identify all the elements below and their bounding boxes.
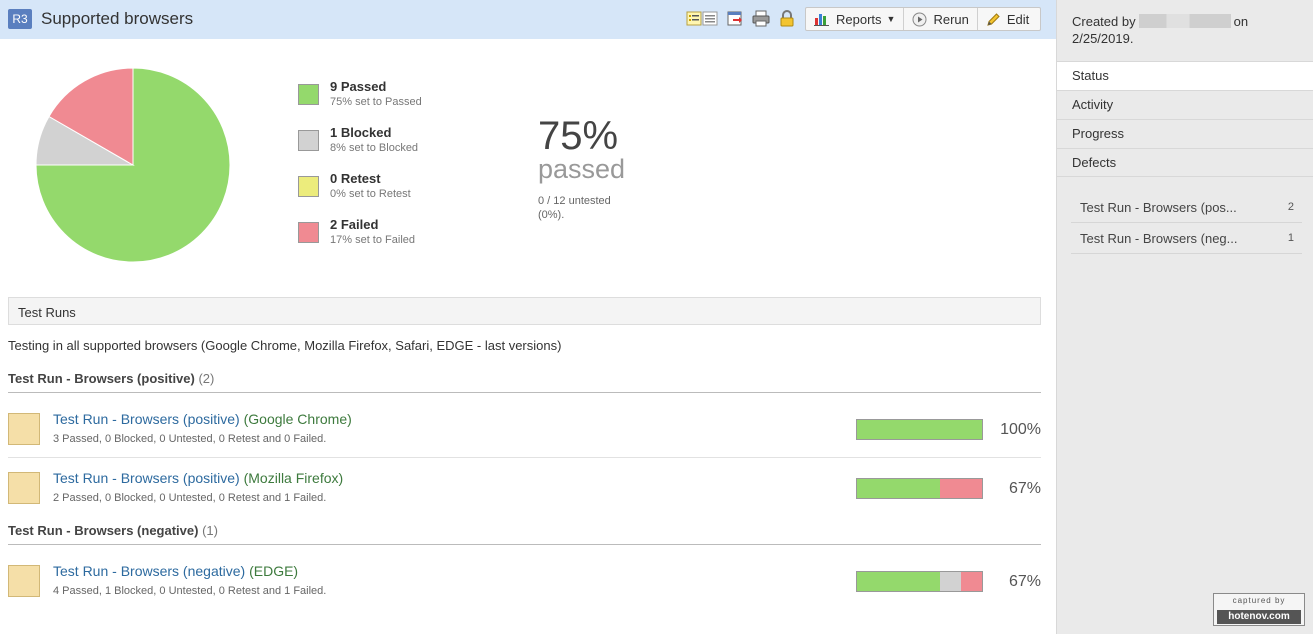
page-title: Supported browsers (41, 9, 194, 28)
run-percent: 67% (1008, 480, 1041, 497)
watermark-bottom: hotenov.com (1217, 610, 1301, 624)
legend-title: 0 Retest (330, 171, 381, 186)
run-icon (8, 413, 40, 445)
run-config: (Google Chrome) (243, 411, 352, 427)
run-name[interactable]: Test Run - Browsers (positive) (53, 411, 240, 427)
legend-title: 9 Passed (330, 79, 387, 94)
progress-segment-passed (857, 572, 941, 591)
rerun-label: Rerun (933, 11, 969, 27)
defect-item[interactable]: Test Run - Browsers (pos... 2 (1071, 192, 1302, 223)
watermark-top: captured by (1232, 596, 1286, 605)
status-pie-chart (35, 67, 231, 263)
test-runs-section-header: Test Runs (8, 297, 1041, 325)
plan-description: Testing in all supported browsers (Googl… (8, 338, 562, 353)
run-icon (8, 472, 40, 504)
defect-count: 1 (1287, 232, 1294, 244)
export-icon[interactable] (727, 10, 743, 27)
bar-chart-icon (814, 14, 829, 26)
legend-swatch (298, 130, 319, 151)
defect-label[interactable]: Test Run - Browsers (neg... (1080, 231, 1238, 246)
section-title: Test Runs (18, 305, 76, 320)
reports-button[interactable]: Reports ▼ (806, 8, 905, 30)
legend-title: 2 Failed (330, 217, 379, 232)
chevron-down-icon: ▼ (886, 14, 896, 24)
run-group-title: Test Run - Browsers (negative) (8, 523, 199, 538)
defect-item[interactable]: Test Run - Browsers (neg... 1 (1071, 223, 1302, 254)
progress-segment-blocked (940, 572, 962, 591)
progress-segment-failed (961, 572, 982, 591)
legend-swatch (298, 84, 319, 105)
header-button-group: Reports ▼ Rerun Edit (805, 7, 1041, 31)
test-run-row: Test Run - Browsers (positive) (Mozilla … (8, 459, 1041, 517)
run-group-count: (2) (198, 371, 215, 386)
play-icon (912, 12, 927, 26)
lock-icon[interactable] (779, 10, 795, 27)
progress-segment-failed (940, 479, 982, 498)
run-percent: 100% (1000, 421, 1041, 438)
legend-swatch (298, 222, 319, 243)
run-group-header: Test Run - Browsers (negative) (1) (8, 523, 1041, 545)
run-progress-bar (856, 571, 983, 592)
untested-summary: 0 / 12 untested (0%). (538, 195, 611, 221)
run-progress-bar (856, 478, 983, 499)
print-icon[interactable] (752, 10, 770, 27)
layout-toggle-icon[interactable] (686, 10, 718, 27)
tab-status[interactable]: Status (1057, 61, 1313, 90)
run-percent: 67% (1008, 573, 1041, 590)
test-run-row: Test Run - Browsers (negative) (EDGE) 4 … (8, 552, 1041, 610)
legend-subtitle: 0% set to Retest (330, 188, 411, 200)
passed-percentage: 75% (538, 114, 619, 158)
defect-label[interactable]: Test Run - Browsers (pos... (1080, 200, 1237, 215)
legend-title: 1 Blocked (330, 125, 392, 140)
test-run-link[interactable]: Test Run - Browsers (positive) (Google C… (53, 411, 352, 427)
edit-button[interactable]: Edit (978, 8, 1037, 30)
test-run-link[interactable]: Test Run - Browsers (positive) (Mozilla … (53, 470, 343, 486)
tab-defects[interactable]: Defects (1057, 148, 1313, 177)
run-id-badge: R3 (8, 9, 32, 29)
defect-count: 2 (1287, 201, 1294, 213)
test-run-link[interactable]: Test Run - Browsers (negative) (EDGE) (53, 563, 298, 579)
page-header: R3 Supported browsers Reports ▼ Rerun Ed… (0, 0, 1056, 39)
run-icon (8, 565, 40, 597)
run-config: (EDGE) (249, 563, 299, 579)
rerun-button[interactable]: Rerun (904, 8, 978, 30)
legend-subtitle: 17% set to Failed (330, 234, 415, 246)
created-prefix: Created by (1072, 14, 1136, 29)
run-stats: 2 Passed, 0 Blocked, 0 Untested, 0 Retes… (53, 492, 327, 504)
progress-segment-passed (857, 420, 982, 439)
legend-subtitle: 75% set to Passed (330, 96, 422, 108)
run-name[interactable]: Test Run - Browsers (negative) (53, 563, 245, 579)
redacted-username (1138, 14, 1231, 28)
progress-segment-passed (857, 479, 941, 498)
run-name[interactable]: Test Run - Browsers (positive) (53, 470, 240, 486)
run-group-header: Test Run - Browsers (positive) (2) (8, 371, 1041, 393)
run-stats: 3 Passed, 0 Blocked, 0 Untested, 0 Retes… (53, 433, 327, 445)
run-config: (Mozilla Firefox) (243, 470, 344, 486)
pencil-icon (987, 12, 1000, 26)
watermark: captured by hotenov.com (1213, 593, 1305, 626)
created-info: Created by on 2/25/2019. (1072, 13, 1302, 47)
passed-label: passed (538, 154, 626, 184)
legend-swatch (298, 176, 319, 197)
run-group-count: (1) (202, 523, 218, 538)
tab-progress[interactable]: Progress (1057, 119, 1313, 148)
test-run-row: Test Run - Browsers (positive) (Google C… (8, 400, 1041, 458)
run-stats: 4 Passed, 1 Blocked, 0 Untested, 0 Retes… (53, 585, 327, 597)
reports-label: Reports (836, 11, 882, 27)
created-suffix: on (1233, 14, 1249, 29)
tab-activity[interactable]: Activity (1057, 90, 1313, 119)
run-progress-bar (856, 419, 983, 440)
created-date: 2/25/2019. (1072, 31, 1134, 46)
sidebar: Created by on 2/25/2019. Status Activity … (1056, 0, 1313, 634)
run-group-title: Test Run - Browsers (positive) (8, 371, 195, 386)
edit-label: Edit (1006, 11, 1030, 27)
legend-subtitle: 8% set to Blocked (330, 142, 419, 154)
